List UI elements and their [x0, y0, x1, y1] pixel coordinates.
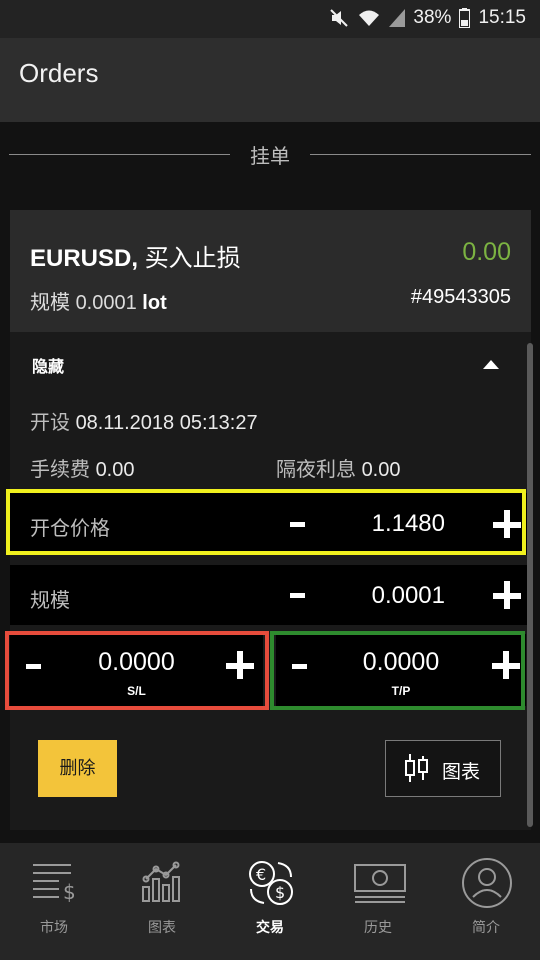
- commission-value: 0.00: [95, 459, 135, 481]
- trade-icon: € $: [245, 857, 297, 914]
- stop-loss-highlight: [5, 631, 269, 710]
- volume-row-value[interactable]: 0.0001: [372, 582, 445, 610]
- history-icon: [353, 857, 407, 912]
- volume-label: 规模: [30, 292, 70, 314]
- order-symbol: EURUSD,: [30, 245, 139, 272]
- nav-market-label: 市场: [40, 919, 68, 935]
- chart-button[interactable]: 图表: [385, 740, 501, 797]
- swap-value: 0.00: [361, 459, 401, 481]
- svg-text:$: $: [63, 880, 76, 904]
- profile-icon: [461, 857, 513, 914]
- candlestick-icon: [404, 754, 430, 787]
- divider-right: [310, 154, 531, 155]
- take-profit-highlight: [270, 631, 525, 710]
- volume-decrease-button[interactable]: [284, 580, 314, 610]
- app-bar: Orders: [0, 38, 540, 122]
- volume-value: 0.0001: [75, 292, 137, 314]
- volume-row-label: 规模: [30, 590, 70, 612]
- nav-chart-label: 图表: [148, 919, 176, 935]
- volume-unit: lot: [142, 292, 167, 314]
- svg-text:$: $: [275, 883, 285, 902]
- swap: 隔夜利息 0.00: [276, 453, 401, 482]
- nav-market[interactable]: $ 市场: [0, 843, 108, 960]
- commission-label: 手续费: [30, 459, 90, 481]
- volume-row: 规模 0.0001: [10, 565, 531, 625]
- order-ticket: #49543305: [410, 286, 511, 308]
- order-volume: 规模 0.0001 lot: [30, 286, 167, 315]
- wifi-icon: [357, 8, 381, 28]
- delete-order-button[interactable]: 删除: [38, 740, 117, 797]
- nav-profile[interactable]: 简介: [432, 843, 540, 960]
- nav-chart[interactable]: 图表: [108, 843, 216, 960]
- open-time: 开设 08.11.2018 05:13:27: [30, 406, 258, 435]
- nav-history[interactable]: 历史: [324, 843, 432, 960]
- volume-increase-button[interactable]: [493, 581, 523, 611]
- chart-icon: [137, 857, 187, 912]
- svg-text:€: €: [256, 865, 266, 884]
- collapse-arrow-icon[interactable]: [483, 360, 499, 369]
- signal-icon: [389, 9, 406, 27]
- bottom-nav: $ 市场 图表 € $ 交易 历史 简介: [0, 843, 540, 960]
- market-icon: $: [29, 857, 79, 912]
- battery-percent: 38%: [413, 7, 452, 28]
- nav-profile-label: 简介: [472, 919, 500, 935]
- section-header: 挂单: [0, 122, 540, 188]
- status-icons: 38% 15:15: [329, 7, 526, 29]
- chart-button-label: 图表: [442, 762, 481, 783]
- open-label: 开设: [30, 412, 70, 434]
- order-type: 买入止损: [144, 245, 241, 272]
- mute-icon: [329, 8, 349, 28]
- order-summary[interactable]: EURUSD, 买入止损 0.00 规模 0.0001 lot #4954330…: [10, 210, 531, 332]
- nav-trade-label: 交易: [256, 919, 284, 935]
- nav-trade[interactable]: € $ 交易: [216, 843, 324, 960]
- order-title: EURUSD, 买入止损: [30, 238, 241, 273]
- battery-icon: [459, 8, 471, 28]
- page-title: Orders: [19, 58, 99, 88]
- nav-history-label: 历史: [364, 919, 392, 935]
- hide-details-toggle[interactable]: 隐藏: [32, 353, 64, 377]
- clock: 15:15: [478, 7, 526, 28]
- swap-label: 隔夜利息: [276, 459, 356, 481]
- commission: 手续费 0.00: [30, 453, 135, 482]
- status-bar: 38% 15:15: [0, 0, 540, 38]
- order-profit: 0.00: [462, 238, 511, 266]
- open-time-value: 08.11.2018 05:13:27: [75, 412, 258, 434]
- scrollbar[interactable]: [527, 343, 533, 827]
- open-price-highlight: [6, 489, 526, 555]
